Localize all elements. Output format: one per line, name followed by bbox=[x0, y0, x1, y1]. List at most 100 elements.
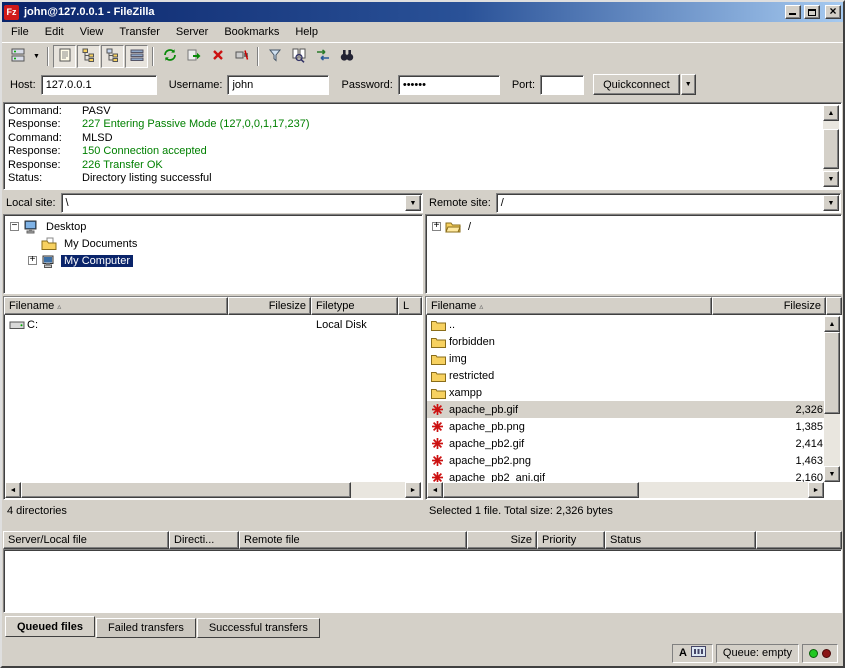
local-site-path: \ bbox=[66, 197, 69, 209]
file-row[interactable]: forbidden bbox=[427, 333, 824, 350]
menu-transfer[interactable]: Transfer bbox=[111, 22, 168, 42]
expand-icon[interactable]: + bbox=[432, 222, 441, 231]
filezilla-logo-icon[interactable]: Fz bbox=[4, 5, 19, 20]
close-button[interactable]: × bbox=[825, 5, 841, 19]
file-row[interactable]: apache_pb.png 1,385 bbox=[427, 418, 824, 435]
refresh-button[interactable] bbox=[158, 45, 181, 68]
file-row[interactable]: C: Local Disk bbox=[5, 316, 421, 333]
toggle-queue-button[interactable] bbox=[125, 45, 148, 68]
tree-item-my-documents[interactable]: My Documents bbox=[4, 235, 422, 252]
scroll-up-button[interactable]: ▲ bbox=[823, 105, 839, 121]
transfer-type-indicator: A bbox=[672, 644, 713, 663]
file-row-selected[interactable]: apache_pb.gif 2,326 bbox=[427, 401, 824, 418]
local-hscrollbar[interactable]: ◄ ► bbox=[5, 482, 421, 498]
remote-vscrollbar[interactable]: ▲ ▼ bbox=[824, 316, 840, 482]
column-header-direction[interactable]: Directi... bbox=[169, 531, 239, 549]
menu-server[interactable]: Server bbox=[168, 22, 216, 42]
menu-edit[interactable]: Edit bbox=[37, 22, 72, 42]
file-name: apache_pb.gif bbox=[449, 404, 518, 416]
tab-failed-transfers[interactable]: Failed transfers bbox=[96, 618, 196, 638]
local-site-combo[interactable]: \ ▼ bbox=[61, 193, 423, 213]
filter-button[interactable] bbox=[263, 45, 286, 68]
scrollbar-thumb[interactable] bbox=[21, 482, 351, 498]
scrollbar-track[interactable] bbox=[443, 482, 808, 498]
selected-tree-label[interactable]: My Computer bbox=[61, 255, 133, 267]
scrollbar-track[interactable] bbox=[21, 482, 405, 498]
tab-successful-transfers[interactable]: Successful transfers bbox=[197, 618, 320, 638]
scroll-right-button[interactable]: ► bbox=[405, 482, 421, 498]
folder-icon bbox=[431, 387, 449, 399]
tree-item-my-computer[interactable]: + My Computer bbox=[4, 252, 422, 269]
port-input[interactable] bbox=[540, 75, 584, 95]
scrollbar-track[interactable] bbox=[823, 121, 839, 171]
column-header-filesize[interactable]: Filesize bbox=[228, 297, 311, 315]
scrollbar-thumb[interactable] bbox=[443, 482, 639, 498]
toggle-message-log-button[interactable] bbox=[53, 45, 76, 68]
username-input[interactable] bbox=[227, 75, 329, 95]
process-queue-button[interactable] bbox=[182, 45, 205, 68]
scrollbar-track[interactable] bbox=[824, 332, 840, 466]
column-header-filetype[interactable]: Filetype bbox=[311, 297, 398, 315]
collapse-icon[interactable]: − bbox=[10, 222, 19, 231]
panel-splitter[interactable] bbox=[422, 190, 426, 500]
menu-bookmarks[interactable]: Bookmarks bbox=[216, 22, 287, 42]
sync-browsing-button[interactable] bbox=[311, 45, 334, 68]
column-header-local-file[interactable]: Server/Local file bbox=[3, 531, 169, 549]
scroll-down-button[interactable]: ▼ bbox=[824, 466, 840, 482]
column-header-size[interactable]: Size bbox=[467, 531, 537, 549]
column-header-filesize[interactable]: Filesize bbox=[712, 297, 826, 315]
scrollbar-thumb[interactable] bbox=[824, 332, 840, 414]
column-header-filename[interactable]: Filename▵ bbox=[426, 297, 712, 315]
site-manager-dropdown-button[interactable]: ▼ bbox=[30, 45, 43, 68]
cancel-button[interactable] bbox=[206, 45, 229, 68]
menu-file[interactable]: File bbox=[3, 22, 37, 42]
chevron-down-icon[interactable]: ▼ bbox=[405, 195, 421, 211]
file-size: 2,414 bbox=[713, 438, 824, 450]
scroll-left-button[interactable]: ◄ bbox=[427, 482, 443, 498]
file-row[interactable]: apache_pb2.png 1,463 bbox=[427, 452, 824, 469]
scroll-down-button[interactable]: ▼ bbox=[823, 171, 839, 187]
password-input[interactable] bbox=[398, 75, 500, 95]
toggle-remote-tree-button[interactable] bbox=[101, 45, 124, 68]
queue-body[interactable] bbox=[3, 549, 842, 613]
tree-item-desktop[interactable]: − Desktop bbox=[4, 218, 422, 235]
file-row[interactable]: img bbox=[427, 350, 824, 367]
toggle-local-tree-button[interactable] bbox=[77, 45, 100, 68]
minimize-button[interactable] bbox=[785, 5, 801, 19]
remote-site-combo[interactable]: / ▼ bbox=[496, 193, 841, 213]
tab-queued-files[interactable]: Queued files bbox=[5, 616, 95, 637]
expand-icon[interactable]: + bbox=[28, 256, 37, 265]
site-manager-button[interactable] bbox=[6, 45, 29, 68]
menu-help[interactable]: Help bbox=[287, 22, 326, 42]
column-header-filename[interactable]: Filename▵ bbox=[4, 297, 228, 315]
compare-button[interactable] bbox=[287, 45, 310, 68]
column-header-priority[interactable]: Priority bbox=[537, 531, 605, 549]
column-header-last-modified[interactable]: L bbox=[398, 297, 422, 315]
chevron-down-icon[interactable]: ▼ bbox=[823, 195, 839, 211]
scroll-left-button[interactable]: ◄ bbox=[5, 482, 21, 498]
host-input[interactable] bbox=[41, 75, 157, 95]
file-row[interactable]: apache_pb2_ani.gif 2,160 bbox=[427, 469, 824, 482]
disconnect-button[interactable] bbox=[230, 45, 253, 68]
log-scrollbar[interactable]: ▲ ▼ bbox=[823, 105, 839, 187]
file-row[interactable]: apache_pb2.gif 2,414 bbox=[427, 435, 824, 452]
column-header-remote-file[interactable]: Remote file bbox=[239, 531, 467, 549]
maximize-button[interactable] bbox=[804, 5, 820, 19]
file-name: apache_pb2.png bbox=[449, 455, 531, 467]
find-button[interactable] bbox=[335, 45, 358, 68]
title-bar[interactable]: Fz john@127.0.0.1 - FileZilla × bbox=[2, 2, 843, 22]
quickconnect-dropdown-button[interactable]: ▼ bbox=[681, 74, 696, 95]
tree-item-root[interactable]: + / bbox=[426, 218, 841, 235]
column-header-status[interactable]: Status bbox=[605, 531, 756, 549]
scroll-right-button[interactable]: ► bbox=[808, 482, 824, 498]
drive-icon bbox=[9, 319, 27, 331]
menu-view[interactable]: View bbox=[72, 22, 112, 42]
file-row[interactable]: .. bbox=[427, 316, 824, 333]
quickconnect-button[interactable]: Quickconnect bbox=[593, 74, 680, 95]
remote-hscrollbar[interactable]: ◄ ► bbox=[427, 482, 824, 498]
horizontal-splitter[interactable] bbox=[2, 520, 843, 530]
file-row[interactable]: restricted bbox=[427, 367, 824, 384]
file-row[interactable]: xampp bbox=[427, 384, 824, 401]
scrollbar-thumb[interactable] bbox=[823, 129, 839, 169]
scroll-up-button[interactable]: ▲ bbox=[824, 316, 840, 332]
